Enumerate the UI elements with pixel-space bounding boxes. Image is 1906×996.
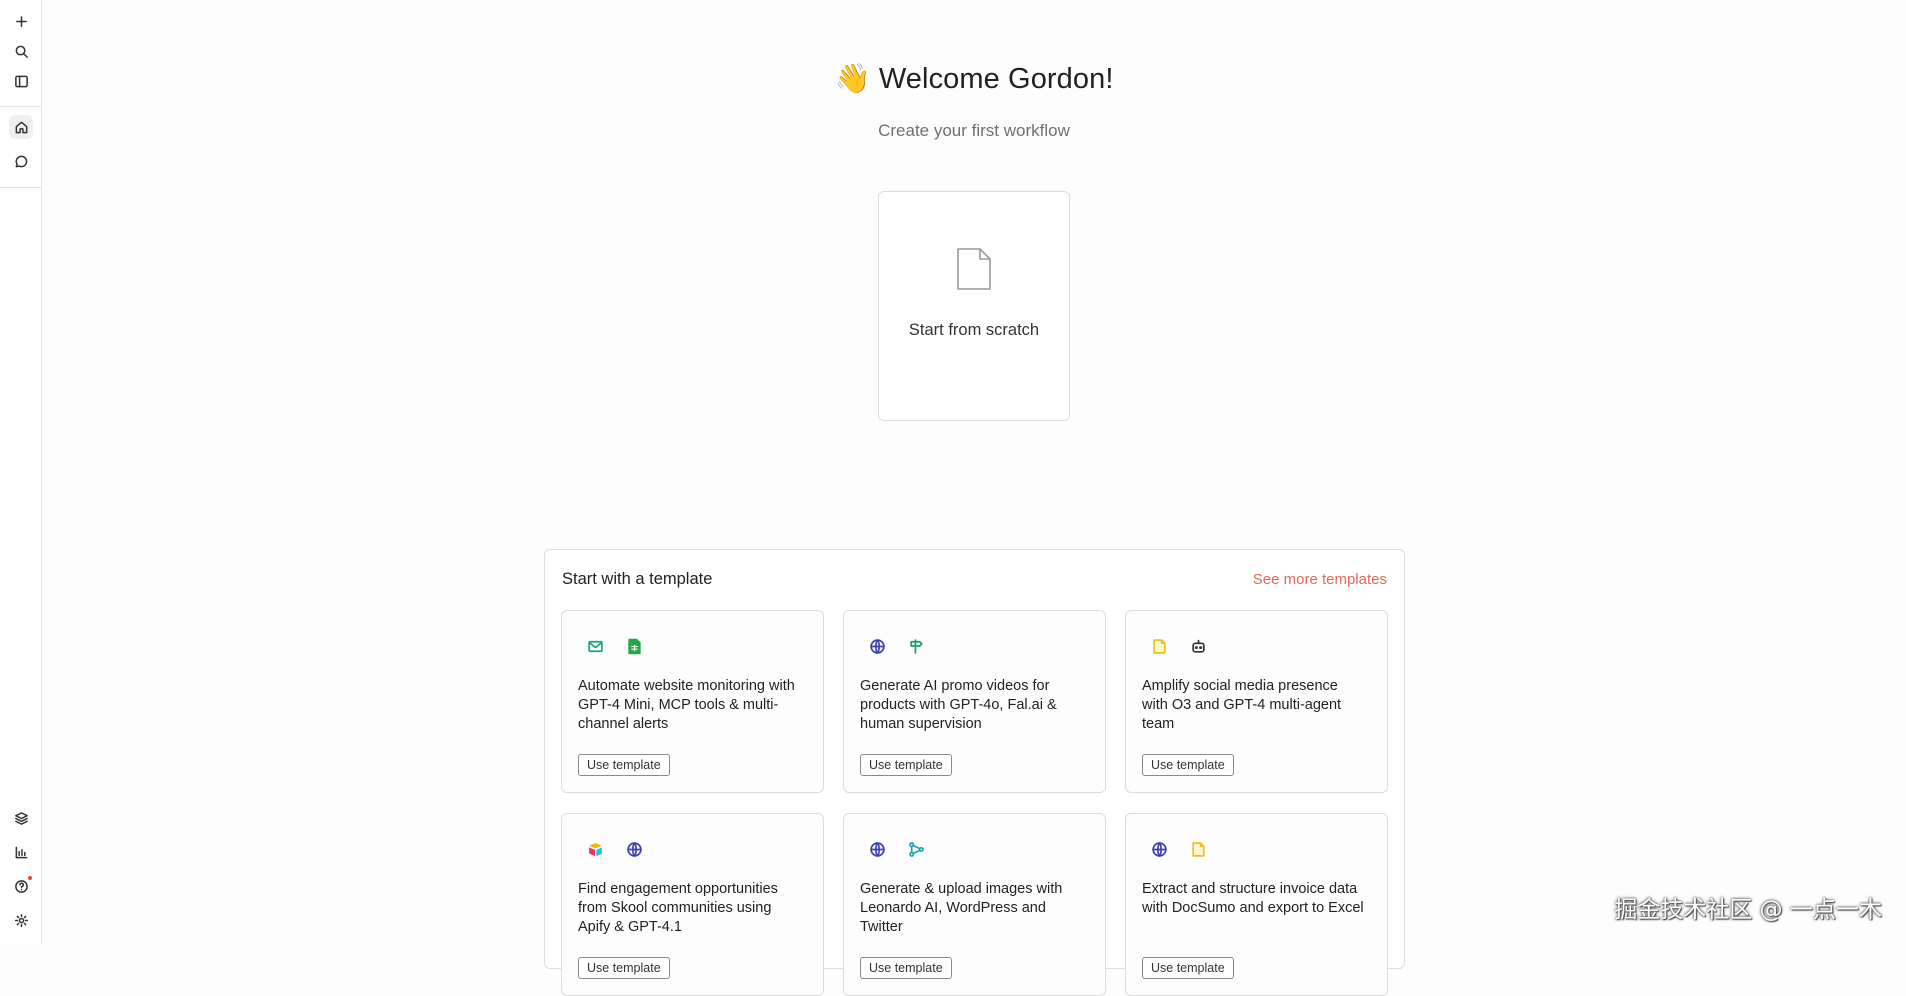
toggle-sidebar-button[interactable]: [9, 69, 33, 93]
robot-icon: [1189, 637, 1208, 656]
chart-icon: [15, 846, 27, 858]
template-title: Generate & upload images with Leonardo A…: [860, 881, 1063, 935]
globe-icon: [625, 840, 644, 859]
settings-icon: [14, 913, 28, 927]
template-card[interactable]: Automate website monitoring with GPT-4 M…: [561, 610, 824, 793]
notification-dot: [28, 876, 32, 880]
insights-button[interactable]: [9, 840, 33, 864]
signpost-icon: [907, 637, 926, 656]
panel-toggle-icon: [14, 75, 28, 87]
template-card[interactable]: Generate AI promo videos for products wi…: [843, 610, 1106, 793]
sheet-icon: [625, 637, 644, 656]
template-card[interactable]: Generate & upload images with Leonardo A…: [843, 813, 1106, 996]
template-card[interactable]: Amplify social media presence with O3 an…: [1125, 610, 1388, 793]
main-content: 👋 Welcome Gordon! Create your first work…: [42, 0, 1906, 996]
use-template-button[interactable]: Use template: [860, 754, 952, 776]
watermark: 掘金技术社区 @ 一点一木: [1614, 897, 1882, 923]
template-title: Amplify social media presence with O3 an…: [1142, 678, 1342, 732]
settings-button[interactable]: [9, 908, 33, 932]
layers-button[interactable]: [9, 806, 33, 830]
template-card[interactable]: Extract and structure invoice data with …: [1125, 813, 1388, 996]
globe-icon: [868, 637, 887, 656]
search-button[interactable]: [9, 39, 33, 63]
use-template-button[interactable]: Use template: [1142, 754, 1234, 776]
sidebar-divider: [0, 106, 41, 107]
sidebar: [0, 0, 42, 945]
chat-icon: [15, 155, 27, 167]
nav-chat[interactable]: [9, 149, 33, 173]
document-icon: [954, 246, 994, 292]
templates-heading: Start with a template: [562, 570, 713, 588]
template-title: Extract and structure invoice data with …: [1142, 881, 1364, 916]
template-title: Find engagement opportunities from Skool…: [578, 881, 778, 935]
use-template-button[interactable]: Use template: [1142, 957, 1234, 979]
note-icon: [1189, 840, 1208, 859]
see-more-templates-link[interactable]: See more templates: [1253, 571, 1387, 588]
flow-icon: [907, 840, 926, 859]
welcome-title: Welcome Gordon!: [878, 63, 1114, 95]
template-title: Generate AI promo videos for products wi…: [860, 678, 1057, 732]
wave-emoji: 👋: [834, 63, 871, 95]
layers-icon: [14, 811, 28, 825]
templates-panel: Start with a template See more templates…: [544, 549, 1405, 996]
new-button[interactable]: [9, 9, 33, 33]
search-icon: [15, 45, 28, 58]
use-template-button[interactable]: Use template: [578, 754, 670, 776]
welcome-subtitle: Create your first workflow: [878, 121, 1070, 140]
template-title: Automate website monitoring with GPT-4 M…: [578, 678, 795, 732]
help-button[interactable]: [9, 874, 33, 898]
start-from-scratch-card[interactable]: Start from scratch: [878, 191, 1070, 421]
note-icon: [1150, 637, 1169, 656]
mail-icon: [586, 637, 605, 656]
home-icon: [15, 121, 27, 133]
globe-icon: [868, 840, 887, 859]
use-template-button[interactable]: Use template: [860, 957, 952, 979]
globe-icon: [1150, 840, 1169, 859]
nav-home[interactable]: [9, 115, 33, 139]
use-template-button[interactable]: Use template: [578, 957, 670, 979]
template-card[interactable]: Find engagement opportunities from Skool…: [561, 813, 824, 996]
welcome-heading: 👋 Welcome Gordon!: [42, 62, 1906, 96]
airtable-icon: [586, 840, 605, 859]
help-icon: [14, 879, 28, 893]
start-from-scratch-label: Start from scratch: [908, 321, 1040, 339]
sidebar-divider: [0, 187, 41, 188]
new-icon: [15, 15, 27, 27]
